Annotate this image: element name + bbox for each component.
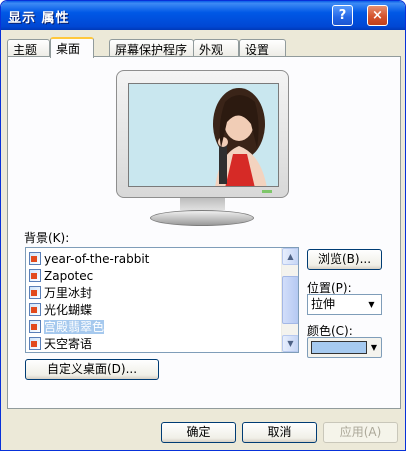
desktop-tab-panel: 背景(K): year-of-the-rabbit Zapotec 万里冰封 光… <box>7 56 401 409</box>
monitor-base <box>150 210 254 226</box>
list-item[interactable]: Zapotec <box>29 268 284 285</box>
title-bar[interactable]: 显示 属性 ? × <box>1 1 405 30</box>
monitor-neck <box>180 198 225 210</box>
tab-appearance[interactable]: 外观 <box>193 39 239 57</box>
position-select[interactable]: 拉伸 ▼ <box>307 294 382 315</box>
customize-desktop-button[interactable]: 自定义桌面(D)... <box>25 359 159 380</box>
image-file-icon <box>29 320 41 333</box>
image-file-icon <box>29 337 41 350</box>
tab-screensaver[interactable]: 屏幕保护程序 <box>109 39 194 57</box>
scroll-thumb[interactable] <box>282 276 298 324</box>
help-button[interactable]: ? <box>332 5 353 26</box>
list-item-label: 天空寄语 <box>44 337 93 351</box>
list-scrollbar[interactable]: ▲ ▼ <box>281 248 298 352</box>
position-value: 拉伸 <box>311 297 336 311</box>
list-item-label: 宫殿翡翠色 <box>44 320 105 334</box>
list-item[interactable]: 光化蝴蝶 <box>29 302 284 319</box>
chevron-down-icon: ▼ <box>368 300 375 309</box>
list-item-label: Zapotec <box>44 269 94 283</box>
window-title: 显示 属性 <box>8 11 70 26</box>
display-properties-window: 显示 属性 ? × 主题 桌面 屏幕保护程序 外观 设置 背景(K): year… <box>0 0 406 451</box>
background-label: 背景(K): <box>24 231 70 245</box>
list-item-label: 光化蝴蝶 <box>44 303 93 317</box>
close-button[interactable]: × <box>367 5 388 26</box>
list-item[interactable]: year-of-the-rabbit <box>29 251 284 268</box>
list-item[interactable]: 万里冰封 <box>29 285 284 302</box>
wallpaper-preview <box>128 83 279 187</box>
list-item-label: 万里冰封 <box>44 286 93 300</box>
tab-desktop[interactable]: 桌面 <box>50 37 94 58</box>
scroll-up-icon[interactable]: ▲ <box>282 248 298 265</box>
image-file-icon <box>29 303 41 316</box>
ok-button[interactable]: 确定 <box>161 422 236 443</box>
list-item-label: year-of-the-rabbit <box>44 252 150 266</box>
tab-settings[interactable]: 设置 <box>239 39 286 57</box>
image-file-icon <box>29 286 41 299</box>
list-item-selected[interactable]: 宫殿翡翠色 <box>29 319 284 336</box>
monitor-preview <box>116 70 289 235</box>
cancel-button[interactable]: 取消 <box>242 422 317 443</box>
background-list[interactable]: year-of-the-rabbit Zapotec 万里冰封 光化蝴蝶 宫殿翡… <box>25 247 299 353</box>
list-item[interactable]: 天空寄语 <box>29 336 284 352</box>
color-picker-button[interactable]: ▼ <box>307 337 382 358</box>
monitor-frame <box>116 70 289 198</box>
tab-themes[interactable]: 主题 <box>7 39 50 57</box>
apply-button[interactable]: 应用(A) <box>323 422 398 443</box>
wallpaper-image <box>129 84 278 186</box>
power-led <box>262 190 272 193</box>
color-swatch <box>311 341 367 354</box>
image-file-icon <box>29 252 41 265</box>
image-file-icon <box>29 269 41 282</box>
chevron-down-icon: ▼ <box>370 343 378 352</box>
scroll-down-icon[interactable]: ▼ <box>282 335 298 352</box>
browse-button[interactable]: 浏览(B)... <box>307 249 382 270</box>
